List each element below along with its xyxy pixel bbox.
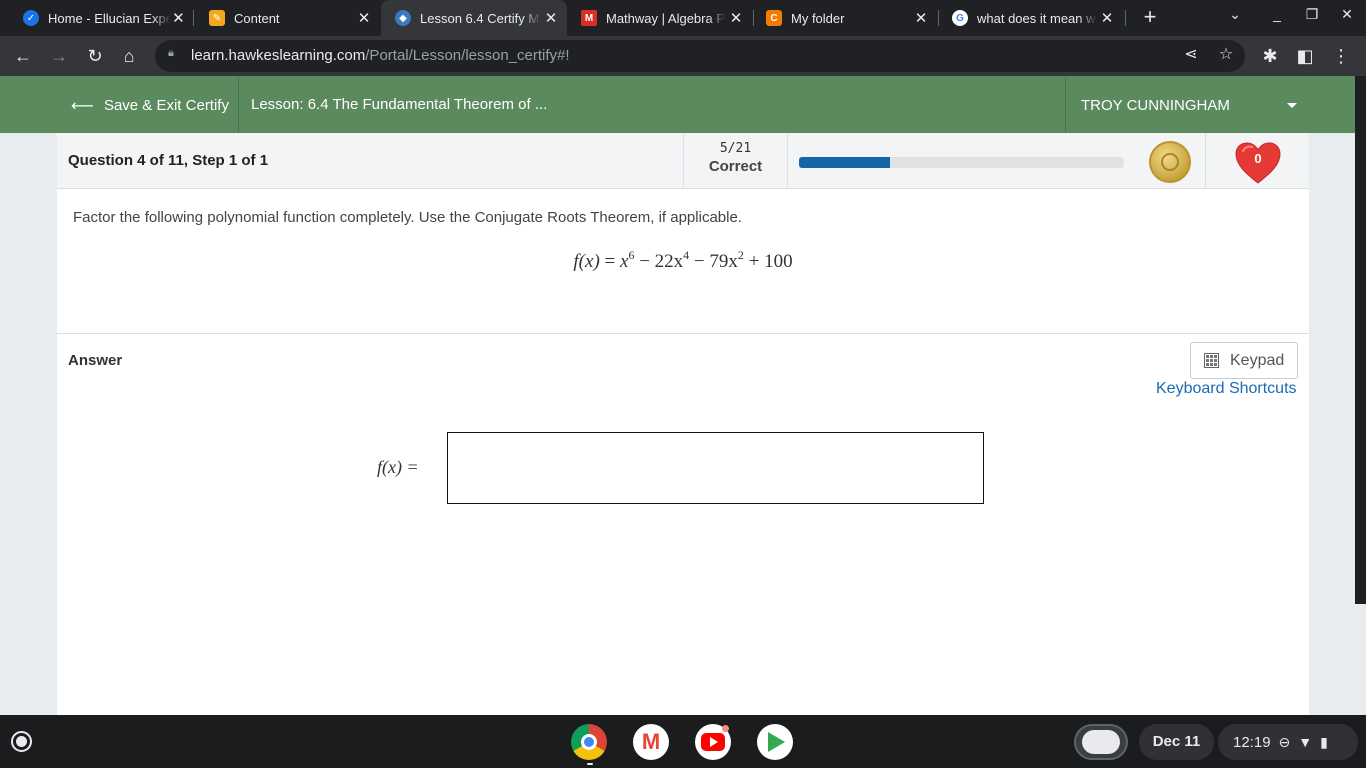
tab-title: Lesson 6.4 Certify M <box>420 10 540 26</box>
section-divider <box>57 333 1309 334</box>
clock-time: 12:19 <box>1233 733 1271 751</box>
question-prompt: Factor the following polynomial function… <box>73 209 742 226</box>
minimize-icon[interactable]: _ <box>1267 6 1287 22</box>
bookmark-star-icon[interactable]: ☆ <box>1214 44 1238 64</box>
close-tab-icon[interactable]: ✕ <box>354 9 374 27</box>
address-bar[interactable]: 🔒︎ learn.hawkeslearning.com/Portal/Lesso… <box>155 40 1245 72</box>
close-tab-icon[interactable]: ✕ <box>541 9 561 27</box>
scrollbar-thumb[interactable] <box>1355 76 1366 604</box>
browser-tab[interactable]: ✎ Content ✕ <box>186 0 380 36</box>
question-card: Question 4 of 11, Step 1 of 1 5/21 Corre… <box>57 133 1309 715</box>
play-store-app-icon[interactable] <box>757 724 793 760</box>
dnd-icon: ⊖ <box>1278 733 1291 750</box>
tab-search-chevron-icon[interactable]: ⌄ <box>1225 6 1245 23</box>
coin-icon <box>1149 141 1191 183</box>
equation: f(x) = x6 − 22x4 − 79x2 + 100 <box>573 248 793 272</box>
question-label: Question 4 of 11, Step 1 of 1 <box>68 152 269 169</box>
reload-icon[interactable]: ↻ <box>83 44 107 68</box>
lesson-title: Lesson: 6.4 The Fundamental Theorem of .… <box>251 96 548 113</box>
browser-tab[interactable]: G what does it mean w ✕ <box>929 0 1123 36</box>
calculator-icon <box>1204 353 1219 368</box>
close-window-icon[interactable]: ✕ <box>1337 6 1357 23</box>
date-tray[interactable]: Dec 11 <box>1139 724 1214 760</box>
gmail-app-icon[interactable]: M <box>633 724 669 760</box>
browser-tab[interactable]: C My folder ✕ <box>743 0 937 36</box>
menu-dots-icon[interactable]: ⋮ <box>1329 44 1353 68</box>
eq-term: − 79x <box>693 251 738 272</box>
close-tab-icon[interactable]: ✕ <box>171 9 186 27</box>
caret-down-icon <box>1287 103 1297 108</box>
eq-exponent: 2 <box>737 248 744 262</box>
score-box: 5/21 Correct <box>683 133 788 189</box>
streak-box: 0 <box>1205 133 1309 189</box>
browser-tab[interactable]: M Mathway | Algebra P ✕ <box>566 0 752 36</box>
os-shelf: M Dec 11 12:19 ⊖ ▼ ▮ <box>0 715 1366 768</box>
lock-icon: 🔒︎ <box>168 47 174 59</box>
save-exit-button[interactable]: ⟵ Save & Exit Certify <box>57 78 239 133</box>
score-word: Correct <box>708 158 763 175</box>
chrome-app-icon[interactable] <box>571 724 607 760</box>
url-path: /Portal/Lesson/lesson_certify#! <box>365 47 570 64</box>
eq-exponent: 4 <box>683 248 690 262</box>
eq-term: + 100 <box>748 251 793 272</box>
url-host: learn.hawkeslearning.com <box>191 47 366 64</box>
tab-title: My folder <box>791 10 845 26</box>
answer-input[interactable] <box>447 432 984 504</box>
tab-title: what does it mean w <box>977 10 1096 26</box>
forward-icon[interactable]: → <box>47 44 71 68</box>
eq-lhs: f(x) <box>573 251 600 272</box>
streak-count: 0 <box>1254 151 1262 166</box>
arrow-left-icon: ⟵ <box>71 97 94 115</box>
hawkes-favicon-icon: ◆ <box>395 10 411 26</box>
pencil-favicon-icon: ✎ <box>209 10 225 26</box>
progress-fill <box>799 157 890 168</box>
back-icon[interactable]: ← <box>11 44 35 68</box>
eq-exponent: 6 <box>628 248 635 262</box>
browser-toolbar: ← → ↻ ⌂ 🔒︎ learn.hawkeslearning.com/Port… <box>0 36 1366 76</box>
progress-bar <box>799 157 1124 168</box>
tab-title: Mathway | Algebra P <box>606 10 725 26</box>
youtube-app-icon[interactable] <box>695 724 731 760</box>
lesson-nav-bar: ⟵ Save & Exit Certify Lesson: 6.4 The Fu… <box>57 78 1309 133</box>
close-tab-icon[interactable]: ✕ <box>911 9 931 27</box>
restore-icon[interactable]: ❐ <box>1302 6 1322 23</box>
keypad-button[interactable]: Keypad <box>1190 342 1298 379</box>
browser-tab[interactable]: ✓ Home - Ellucian Experience ✕ <box>0 0 192 36</box>
running-indicator <box>587 763 593 765</box>
share-icon[interactable]: ⋖ <box>1179 44 1203 64</box>
wifi-icon: ▼ <box>1298 734 1313 750</box>
user-menu[interactable]: TROY CUNNINGHAM <box>1065 78 1309 133</box>
tab-separator <box>1125 10 1126 26</box>
google-favicon-icon: G <box>952 10 968 26</box>
keypad-label: Keypad <box>1230 351 1285 369</box>
question-status-bar: Question 4 of 11, Step 1 of 1 5/21 Corre… <box>57 133 1309 189</box>
answer-lhs: f(x) = <box>377 457 419 477</box>
tab-title: Home - Ellucian Experience <box>48 10 171 26</box>
mathway-favicon-icon: M <box>581 10 597 26</box>
user-name: TROY CUNNINGHAM <box>1081 97 1230 114</box>
ellucian-favicon-icon: ✓ <box>23 10 39 26</box>
score-fraction: 5/21 <box>719 141 752 156</box>
keyboard-shortcuts-link[interactable]: Keyboard Shortcuts <box>1156 380 1297 398</box>
tab-title: Content <box>234 10 280 26</box>
url-text[interactable]: learn.hawkeslearning.com/Portal/Lesson/l… <box>191 47 570 64</box>
battery-icon: ▮ <box>1320 733 1328 750</box>
browser-tab-strip: ✓ Home - Ellucian Experience ✕ ✎ Content… <box>0 0 1366 36</box>
tote-holding-space[interactable] <box>1074 724 1128 760</box>
close-tab-icon[interactable]: ✕ <box>1097 9 1117 27</box>
extensions-icon[interactable]: ✱ <box>1258 44 1282 68</box>
status-tray[interactable]: 12:19 ⊖ ▼ ▮ <box>1218 724 1358 760</box>
eq-term: − 22x <box>639 251 684 272</box>
side-panel-icon[interactable]: ◧ <box>1293 44 1317 68</box>
screenshot-thumbnail <box>1082 730 1120 754</box>
new-tab-icon[interactable]: + <box>1138 5 1162 29</box>
home-icon[interactable]: ⌂ <box>117 44 141 68</box>
answer-label: Answer <box>68 352 123 369</box>
launcher-icon[interactable] <box>11 731 32 752</box>
browser-tab-active[interactable]: ◆ Lesson 6.4 Certify M ✕ <box>381 0 567 36</box>
save-exit-label: Save & Exit Certify <box>103 97 229 114</box>
web-page: ⟵ Save & Exit Certify Lesson: 6.4 The Fu… <box>0 76 1366 715</box>
c-favicon-icon: C <box>766 10 782 26</box>
